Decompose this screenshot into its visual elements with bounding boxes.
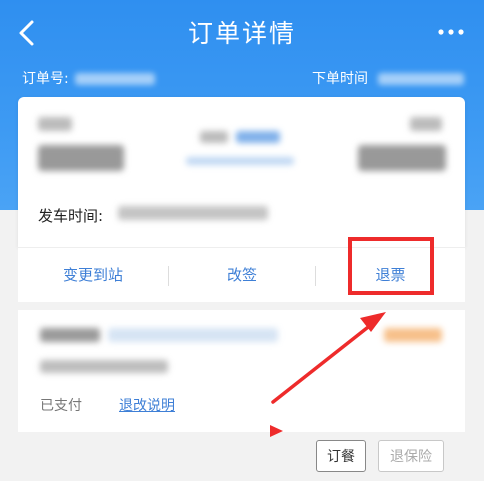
payment-status: 已支付 (40, 398, 82, 414)
train-number-redacted (200, 131, 228, 143)
depart-time-label: 发车时间: (38, 207, 104, 225)
ticket-card: 发车时间: (18, 97, 465, 247)
order-number: 订单号: (22, 68, 156, 88)
seat-info-redacted (40, 360, 168, 373)
cancel-insurance-button[interactable]: 退保险 (378, 440, 444, 472)
order-number-value-redacted (75, 73, 156, 85)
order-time: 下单时间 (312, 68, 465, 88)
passenger-name-redacted (40, 328, 100, 342)
arrival-station-redacted (410, 117, 442, 131)
page-title: 订单详情 (187, 19, 296, 48)
train-duration-line-redacted (186, 157, 294, 165)
refund-rules-link[interactable]: 退改说明 (119, 395, 175, 415)
ticket-price-redacted (384, 328, 442, 342)
passenger-card: 已支付 退改说明 (18, 310, 465, 432)
passenger-id-redacted (108, 328, 278, 342)
order-time-label: 下单时间 (312, 71, 368, 87)
change-station-button[interactable]: 变更到站 (18, 248, 168, 302)
departure-station-redacted (38, 117, 72, 131)
arrival-time-redacted (358, 145, 446, 171)
order-meal-button[interactable]: 订餐 (316, 440, 366, 472)
departure-time-redacted (38, 145, 124, 171)
depart-time-value-redacted (118, 206, 268, 220)
reschedule-button[interactable]: 改签 (169, 248, 315, 302)
more-dots-icon[interactable] (436, 22, 466, 42)
order-time-value-redacted (378, 73, 465, 85)
train-detail-redacted (236, 131, 280, 143)
refund-highlight-annotation (348, 237, 434, 295)
order-number-label: 订单号: (22, 71, 69, 87)
